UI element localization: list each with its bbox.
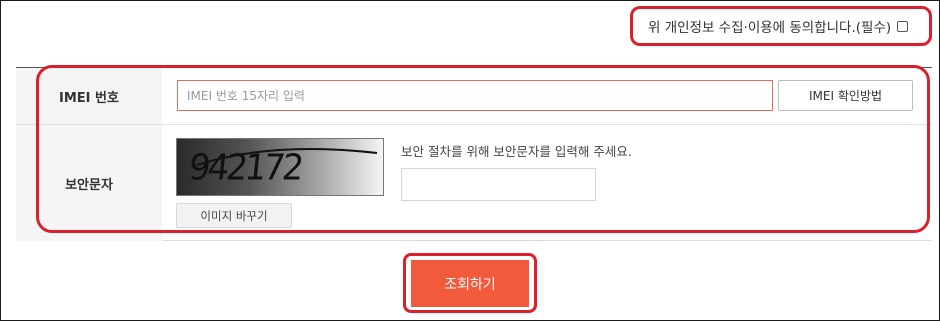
imei-input[interactable] bbox=[177, 80, 773, 111]
consent-label: 위 개인정보 수집·이용에 동의합니다.(필수) bbox=[648, 20, 892, 36]
security-row: 보안문자 942172 이미지 바꾸기 보안 절차를 위해 보안문자를 입력해 … bbox=[16, 125, 932, 241]
captcha-noise-line bbox=[196, 148, 378, 166]
imei-lookup-form: IMEI 번호 IMEI 확인방법 보안문자 942172 이미지 바꾸기 보안… bbox=[16, 67, 932, 241]
consent-checkbox[interactable] bbox=[897, 20, 909, 32]
imei-help-button[interactable]: IMEI 확인방법 bbox=[778, 80, 913, 111]
security-code-input[interactable] bbox=[401, 168, 596, 201]
captcha-refresh-button[interactable]: 이미지 바꾸기 bbox=[176, 203, 292, 228]
security-label: 보안문자 bbox=[16, 125, 162, 241]
security-description: 보안 절차를 위해 보안문자를 입력해 주세요. bbox=[401, 144, 632, 159]
imei-label: IMEI 번호 bbox=[16, 68, 162, 124]
imei-row: IMEI 번호 IMEI 확인방법 bbox=[16, 68, 932, 125]
consent-row[interactable]: 위 개인정보 수집·이용에 동의합니다.(필수) bbox=[648, 16, 909, 36]
lookup-submit-button[interactable]: 조회하기 bbox=[411, 260, 529, 307]
captcha-image: 942172 bbox=[176, 138, 384, 196]
